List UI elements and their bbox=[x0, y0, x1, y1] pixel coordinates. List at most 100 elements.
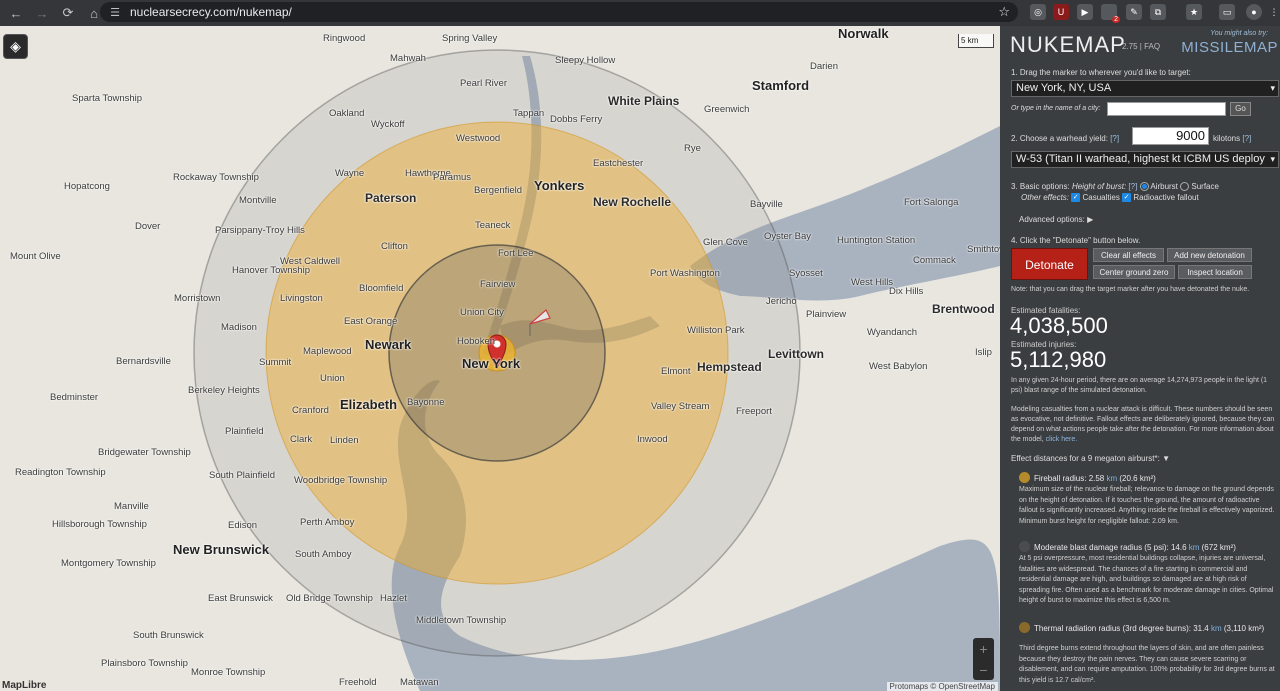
place-label: Levittown bbox=[768, 347, 824, 361]
place-label: Syosset bbox=[789, 268, 823, 279]
back-icon[interactable]: ← bbox=[6, 3, 26, 23]
sidebar-icon[interactable]: ▭ bbox=[1219, 4, 1235, 20]
warhead-select-value: W-53 (Titan II warhead, highest kt ICBM … bbox=[1016, 153, 1265, 165]
place-label: Morristown bbox=[174, 293, 221, 304]
place-label: Oyster Bay bbox=[764, 231, 811, 242]
extension-ublock-icon[interactable]: U bbox=[1053, 4, 1069, 20]
casualties-checkbox[interactable]: ✓ bbox=[1071, 193, 1081, 203]
place-label: Hazlet bbox=[380, 593, 407, 604]
place-label: Valley Stream bbox=[651, 401, 710, 412]
bookmark-star-icon[interactable]: ☆ bbox=[998, 4, 1010, 20]
zoom-in-button[interactable]: + bbox=[973, 638, 994, 659]
place-label: Plainsboro Township bbox=[101, 658, 188, 669]
airburst-radio[interactable] bbox=[1139, 182, 1149, 192]
place-label: Dover bbox=[135, 221, 161, 232]
effect-color-swatch[interactable] bbox=[1019, 541, 1030, 552]
chevron-down-icon: ▾ bbox=[1270, 154, 1275, 164]
zoom-out-button[interactable]: − bbox=[973, 659, 994, 680]
url-text: nuclearsecrecy.com/nukemap/ bbox=[130, 5, 292, 19]
city-name-input[interactable] bbox=[1107, 102, 1226, 116]
extension-badge-icon[interactable]: 2 bbox=[1101, 4, 1120, 23]
place-label: New Brunswick bbox=[173, 542, 270, 557]
menu-kebab-icon[interactable]: ⋮ bbox=[1266, 4, 1280, 20]
go-button[interactable]: Go bbox=[1230, 102, 1251, 116]
forward-icon[interactable]: → bbox=[32, 3, 52, 23]
reload-icon[interactable]: ⟳ bbox=[58, 3, 78, 23]
map-layers-icon[interactable]: ◈ bbox=[3, 34, 28, 59]
place-label: Manville bbox=[114, 501, 149, 512]
place-label: Rockaway Township bbox=[173, 172, 259, 183]
effect-unit-link[interactable]: km bbox=[1106, 474, 1117, 483]
bookmarks-icon[interactable]: ★ bbox=[1186, 4, 1202, 20]
effect-title: Fireball radius: 2.58 km (20.6 km²) bbox=[1034, 473, 1274, 484]
extension-glasses-icon[interactable]: ◎ bbox=[1030, 4, 1046, 20]
place-label: Port Washington bbox=[650, 268, 720, 279]
site-info-icon[interactable]: ☰ bbox=[108, 5, 122, 19]
effect-color-swatch[interactable] bbox=[1019, 472, 1030, 483]
place-label: Woodbridge Township bbox=[294, 475, 388, 486]
place-label: Hoboken bbox=[457, 336, 496, 347]
place-label: Norwalk bbox=[838, 26, 889, 41]
city-select[interactable]: New York, NY, USA ▾ bbox=[1011, 80, 1279, 97]
inspect-location-button[interactable]: Inspect location bbox=[1178, 265, 1252, 279]
yield-help-link[interactable]: [?] bbox=[1110, 134, 1119, 143]
place-label: Berkeley Heights bbox=[188, 385, 260, 396]
click-here-link[interactable]: click here. bbox=[1046, 436, 1078, 443]
extensions-puzzle-icon[interactable]: ⧉ bbox=[1150, 4, 1166, 20]
place-label: White Plains bbox=[608, 94, 680, 108]
center-ground-zero-button[interactable]: Center ground zero bbox=[1093, 265, 1175, 279]
place-label: Darien bbox=[810, 61, 838, 72]
map-canvas[interactable]: Norwalk Stamford White Plains Yonkers New Ro… bbox=[0, 26, 1000, 691]
place-label: West Caldwell bbox=[280, 256, 341, 267]
detonate-button[interactable]: Detonate bbox=[1011, 248, 1088, 280]
nukemap-panel: NUKEMAP 2.75 | FAQ You might also try: M… bbox=[1000, 26, 1280, 691]
chevron-down-icon: ▾ bbox=[1270, 83, 1275, 93]
place-label: Parsippany-Troy Hills bbox=[215, 225, 305, 236]
step3-row: 3. Basic options: Height of burst: [?] A… bbox=[1011, 182, 1219, 192]
height-help-link[interactable]: [?] bbox=[1128, 182, 1137, 191]
yield-unit-help-link[interactable]: [?] bbox=[1242, 134, 1251, 143]
place-label: Plainfield bbox=[225, 426, 264, 437]
extension-play-icon[interactable]: ▶ bbox=[1077, 4, 1093, 20]
place-label: Livingston bbox=[280, 293, 323, 304]
surface-radio[interactable] bbox=[1180, 182, 1190, 192]
place-label: Eastchester bbox=[593, 158, 644, 169]
app-title: NUKEMAP bbox=[1010, 32, 1126, 57]
maplibre-logo[interactable]: MapLibre bbox=[2, 680, 46, 691]
effect-unit-link[interactable]: km bbox=[1211, 624, 1222, 633]
warhead-select[interactable]: W-53 (Titan II warhead, highest kt ICBM … bbox=[1011, 151, 1279, 168]
place-label: New Rochelle bbox=[593, 195, 672, 209]
effect-distances-row[interactable]: Effect distances for a 9 megaton airburs… bbox=[1011, 454, 1170, 463]
place-label: Clark bbox=[290, 434, 313, 445]
clear-effects-button[interactable]: Clear all effects bbox=[1093, 248, 1164, 262]
profile-icon[interactable]: ● bbox=[1246, 4, 1262, 20]
effect-color-swatch[interactable] bbox=[1019, 622, 1030, 633]
effect-title-text: Fireball radius: 2.58 bbox=[1034, 474, 1107, 483]
version-faq-link[interactable]: 2.75 | FAQ bbox=[1122, 42, 1160, 51]
place-label: Wyandanch bbox=[867, 327, 918, 338]
drag-note: Note: that you can drag the target marke… bbox=[1011, 286, 1250, 293]
address-bar[interactable]: ☰ nuclearsecrecy.com/nukemap/ ☆ bbox=[100, 2, 1018, 22]
effect-unit-link[interactable]: km bbox=[1189, 543, 1200, 552]
extension-pencil-icon[interactable]: ✎ bbox=[1126, 4, 1142, 20]
yield-input[interactable]: 9000 bbox=[1132, 127, 1209, 145]
place-label: Mahwah bbox=[390, 53, 426, 64]
place-label: Spring Valley bbox=[442, 33, 498, 44]
advanced-options-toggle[interactable]: Advanced options: ▶ bbox=[1019, 215, 1093, 224]
place-label: Islip bbox=[975, 347, 992, 358]
place-label: Madison bbox=[221, 322, 257, 333]
triangle-down-icon: ▼ bbox=[1162, 454, 1170, 463]
map-attribution[interactable]: Protomaps © OpenStreetMap bbox=[886, 682, 998, 691]
browser-toolbar: ← → ⟳ ⌂ ☰ nuclearsecrecy.com/nukemap/ ☆ … bbox=[0, 0, 1280, 26]
add-detonation-button[interactable]: Add new detonation bbox=[1167, 248, 1252, 262]
yield-unit-row: kilotons [?] bbox=[1213, 134, 1251, 143]
effect-area-text: (3,110 km²) bbox=[1221, 624, 1265, 633]
place-label: Plainview bbox=[806, 309, 847, 320]
missilemap-link[interactable]: MISSILEMAP bbox=[1181, 39, 1278, 56]
effect-area-text: (20.6 km²) bbox=[1117, 474, 1156, 483]
place-label: East Brunswick bbox=[208, 593, 273, 604]
fallout-checkbox[interactable]: ✓ bbox=[1122, 193, 1132, 203]
place-label: Bergenfield bbox=[474, 185, 523, 196]
place-label: Bedminster bbox=[50, 392, 99, 403]
place-label: South Amboy bbox=[295, 549, 352, 560]
